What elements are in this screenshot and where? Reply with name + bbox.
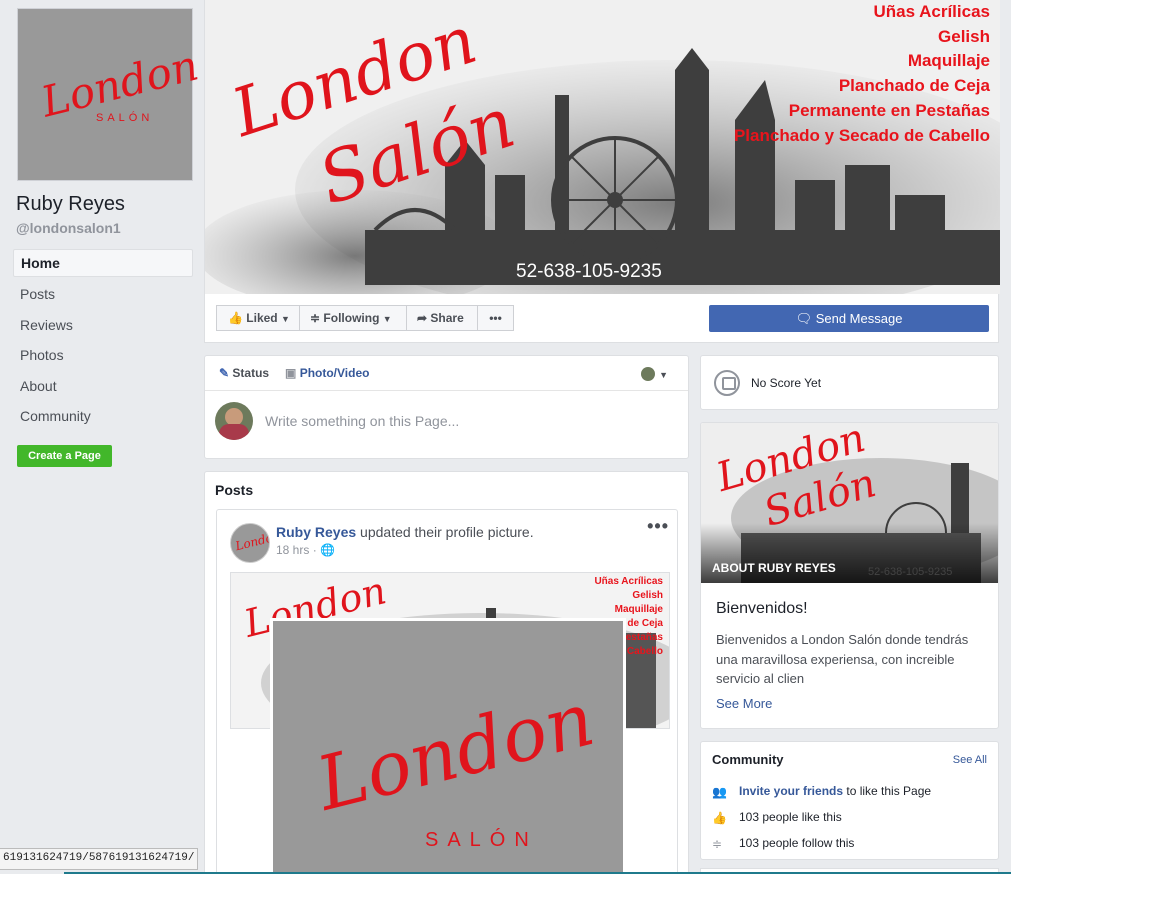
following-label: Following [323, 311, 380, 325]
avatar [215, 402, 253, 440]
photo-video-label: Photo/Video [299, 366, 370, 380]
service-item: Permanente en Pestañas [788, 100, 990, 120]
share-button[interactable]: ➦ Share [406, 305, 478, 331]
see-all-link[interactable]: See All [953, 754, 987, 766]
avatar-logo-script: London [233, 528, 270, 554]
community-title: Community [712, 752, 784, 767]
page-handle[interactable]: @londonsalon1 [16, 220, 121, 236]
likes-count-text: 103 people like this [739, 810, 842, 824]
rss-icon: ≑ [310, 311, 321, 325]
rss-icon: ≑ [712, 836, 723, 851]
nav-about[interactable]: About [13, 371, 193, 402]
about-card: London Salón ABOUT RUBY REYES 52-638-105… [700, 422, 999, 729]
cover-card: London Salón Uñas Acrílicas Gelish Maqui… [204, 0, 1000, 343]
composer-placeholder: Write something on this Page... [265, 413, 460, 429]
nav-home[interactable]: Home [13, 249, 193, 277]
tab-photo-video[interactable]: ▣ Photo/Video [285, 366, 369, 380]
composer-input[interactable]: Write something on this Page... [215, 402, 675, 440]
see-more-link[interactable]: See More [716, 696, 772, 711]
thumbs-up-icon: 👍 [228, 311, 243, 325]
left-sidebar: London SALÓN Ruby Reyes @londonsalon1 Ho… [0, 0, 204, 874]
follows-count-text: 103 people follow this [739, 836, 855, 850]
nav-reviews[interactable]: Reviews [13, 310, 193, 341]
invite-row: 👥 Invite your friends to like this Page [712, 784, 931, 799]
about-title: Bienvenidos! [716, 600, 808, 617]
share-arrow-icon: ➦ [417, 311, 428, 325]
score-text: No Score Yet [751, 376, 822, 390]
profile-logo-sub: SALÓN [96, 112, 154, 124]
pencil-icon: ✎ [219, 366, 230, 380]
status-label: Status [232, 366, 270, 380]
status-bar-url: 619131624719/587619131624719/ [0, 848, 199, 870]
caret-down-icon: ▼ [382, 314, 392, 324]
following-button[interactable]: ≑ Following ▼ [299, 305, 407, 331]
caret-down-icon: ▼ [280, 314, 290, 324]
more-options-button[interactable]: ••• [477, 305, 514, 331]
tab-status[interactable]: ✎ Status [219, 366, 269, 380]
follows-row: ≑ 103 people follow this [712, 836, 854, 851]
cover-services-list: Uñas Acrílicas Gelish Maquillaje Plancha… [734, 0, 990, 148]
invite-friends-link[interactable]: Invite your friends [739, 784, 843, 798]
caret-down-icon: ▼ [659, 370, 668, 380]
community-card: Community See All 👥 Invite your friends t… [700, 741, 999, 860]
facebook-page: London SALÓN Ruby Reyes @londonsalon1 Ho… [0, 0, 1011, 874]
page-nav: Home Posts Reviews Photos About Communit… [13, 249, 193, 432]
nav-posts[interactable]: Posts [13, 279, 193, 310]
post-options-button[interactable]: ••• [647, 516, 669, 537]
nav-photos[interactable]: Photos [13, 340, 193, 371]
camera-icon: ▣ [285, 366, 297, 380]
cover-photo[interactable]: London Salón Uñas Acrílicas Gelish Maqui… [205, 0, 1000, 294]
send-message-button[interactable]: 🗨 Send Message [709, 305, 989, 332]
post-action-text: updated their profile picture. [360, 524, 534, 540]
service-item: Uñas Acrílicas [594, 576, 663, 587]
service-item: Gelish [632, 590, 663, 601]
post-time-label: 18 hrs [276, 543, 310, 557]
review-score-icon [714, 370, 740, 396]
people-icon: 👥 [712, 784, 727, 799]
send-message-label: Send Message [815, 311, 903, 326]
about-image[interactable]: London Salón ABOUT RUBY REYES 52-638-105… [701, 423, 998, 583]
create-page-button[interactable]: Create a Page [17, 445, 112, 467]
nav-community[interactable]: Community [13, 401, 193, 432]
posting-as-selector[interactable]: ▼ [640, 365, 668, 383]
reviews-score-card[interactable]: No Score Yet [700, 355, 999, 410]
service-item: Planchado y Secado de Cabello [733, 125, 990, 145]
cover-phone: 52-638-105-9235 [516, 261, 662, 282]
about-description: Bienvenidos a London Salón donde tendrás… [716, 632, 969, 686]
post-author-avatar[interactable]: London [230, 523, 270, 563]
likes-row: 👍 103 people like this [712, 810, 842, 825]
service-item: Maquillaje [614, 604, 663, 615]
post-author-link[interactable]: Ruby Reyes [276, 524, 356, 540]
post-profile-image[interactable]: London SALÓN [270, 618, 626, 874]
posts-section: Posts London Ruby Reyes updated their pr… [204, 471, 689, 874]
post-composer: ✎ Status ▣ Photo/Video ▼ Write something… [204, 355, 689, 459]
service-item: Planchado de Ceja [838, 76, 990, 96]
post-profile-logo-script: London [308, 676, 603, 828]
profile-picture[interactable]: London SALÓN [17, 8, 203, 181]
about-phone: 52-638-105-9235 [868, 566, 953, 578]
post-profile-logo-sub: SALÓN [425, 829, 538, 851]
thumbs-up-icon: 👍 [712, 810, 727, 825]
composer-tabs: ✎ Status ▣ Photo/Video ▼ [205, 356, 688, 391]
post-item: London Ruby Reyes updated their profile … [216, 509, 678, 874]
globe-icon: 🌐 [320, 543, 335, 557]
messenger-icon: 🗨 [795, 311, 813, 326]
service-item: Maquillaje [907, 51, 990, 71]
blank-area-bottom [0, 874, 1011, 918]
about-label: ABOUT RUBY REYES [712, 561, 836, 575]
blank-area-right [1011, 0, 1152, 918]
service-item: Gelish [938, 26, 990, 46]
liked-button[interactable]: 👍 Liked ▼ [216, 305, 300, 331]
post-timestamp[interactable]: 18 hrs · 🌐 [276, 543, 335, 557]
share-label: Share [430, 311, 464, 325]
liked-label: Liked [246, 311, 278, 325]
posts-title: Posts [215, 482, 254, 498]
page-name[interactable]: Ruby Reyes [16, 193, 125, 216]
service-item: Uñas Acrílicas [873, 2, 990, 21]
invite-rest-text: to like this Page [843, 784, 932, 798]
taskbar-edge-line [64, 872, 1011, 874]
avatar [640, 366, 655, 381]
post-header: Ruby Reyes updated their profile picture… [276, 524, 534, 540]
